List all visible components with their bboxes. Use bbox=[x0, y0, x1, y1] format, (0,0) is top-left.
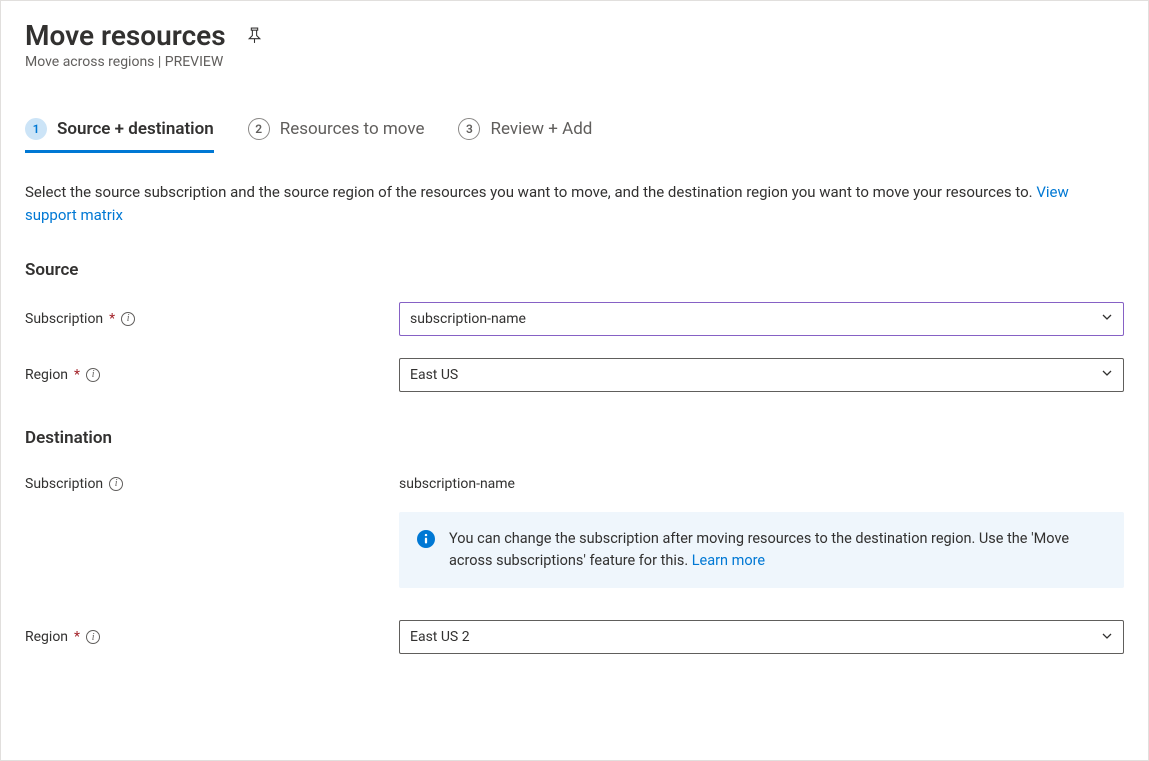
pin-icon[interactable] bbox=[246, 27, 263, 48]
required-indicator: * bbox=[109, 311, 115, 327]
chevron-down-icon bbox=[1101, 367, 1113, 382]
destination-subscription-label-cell: Subscription i bbox=[25, 476, 399, 492]
chevron-down-icon bbox=[1101, 311, 1113, 326]
page-subtitle: Move across regions | PREVIEW bbox=[25, 54, 1124, 70]
source-subscription-label: Subscription bbox=[25, 311, 103, 327]
destination-subscription-label: Subscription bbox=[25, 476, 103, 492]
tab-label: Source + destination bbox=[57, 119, 214, 139]
destination-region-label: Region bbox=[25, 629, 68, 645]
chevron-down-icon bbox=[1101, 630, 1113, 645]
info-icon[interactable]: i bbox=[109, 477, 123, 491]
step-number: 2 bbox=[248, 118, 270, 140]
tab-review-add[interactable]: 3 Review + Add bbox=[458, 118, 592, 152]
step-number: 1 bbox=[25, 118, 47, 140]
source-region-label: Region bbox=[25, 367, 68, 383]
required-indicator: * bbox=[74, 367, 80, 383]
destination-subscription-row: Subscription i subscription-name bbox=[25, 476, 1124, 492]
destination-subscription-control: subscription-name bbox=[399, 476, 1124, 492]
info-icon[interactable]: i bbox=[86, 368, 100, 382]
source-subscription-dropdown[interactable]: subscription-name bbox=[399, 302, 1124, 336]
info-box-text: You can change the subscription after mo… bbox=[449, 528, 1106, 573]
destination-region-label-cell: Region * i bbox=[25, 629, 399, 645]
source-subscription-control: subscription-name bbox=[399, 302, 1124, 336]
page-title: Move resources bbox=[25, 19, 226, 52]
destination-region-dropdown[interactable]: East US 2 bbox=[399, 620, 1124, 654]
dropdown-value: East US bbox=[410, 367, 458, 383]
header-row: Move resources bbox=[25, 19, 1124, 52]
destination-region-control: East US 2 bbox=[399, 620, 1124, 654]
description-text: Select the source subscription and the s… bbox=[25, 181, 1124, 228]
dropdown-value: subscription-name bbox=[410, 311, 526, 327]
tab-label: Review + Add bbox=[490, 119, 592, 139]
info-box: You can change the subscription after mo… bbox=[399, 512, 1124, 589]
source-region-control: East US bbox=[399, 358, 1124, 392]
source-subscription-label-cell: Subscription * i bbox=[25, 311, 399, 327]
info-circle-icon bbox=[417, 530, 435, 548]
tab-source-destination[interactable]: 1 Source + destination bbox=[25, 118, 214, 152]
description-body: Select the source subscription and the s… bbox=[25, 183, 1036, 201]
source-heading: Source bbox=[25, 260, 1124, 280]
page-container: Move resources Move across regions | PRE… bbox=[0, 0, 1149, 761]
tab-resources-to-move[interactable]: 2 Resources to move bbox=[248, 118, 425, 152]
source-region-label-cell: Region * i bbox=[25, 367, 399, 383]
source-region-row: Region * i East US bbox=[25, 358, 1124, 392]
required-indicator: * bbox=[74, 629, 80, 645]
tab-label: Resources to move bbox=[280, 119, 425, 139]
wizard-tabs: 1 Source + destination 2 Resources to mo… bbox=[25, 118, 1124, 153]
dropdown-value: East US 2 bbox=[410, 629, 470, 645]
source-region-dropdown[interactable]: East US bbox=[399, 358, 1124, 392]
destination-heading: Destination bbox=[25, 428, 1124, 448]
info-icon[interactable]: i bbox=[121, 312, 135, 326]
destination-region-row: Region * i East US 2 bbox=[25, 620, 1124, 654]
destination-subscription-value: subscription-name bbox=[399, 476, 515, 492]
info-icon[interactable]: i bbox=[86, 630, 100, 644]
step-number: 3 bbox=[458, 118, 480, 140]
learn-more-link[interactable]: Learn more bbox=[692, 552, 765, 569]
source-subscription-row: Subscription * i subscription-name bbox=[25, 302, 1124, 336]
